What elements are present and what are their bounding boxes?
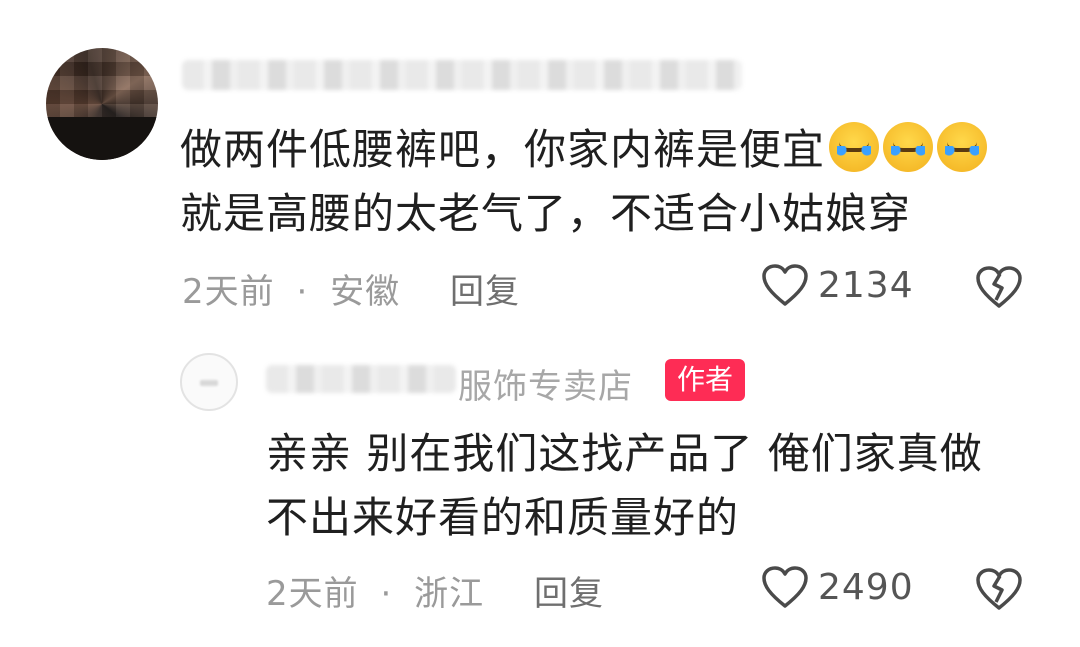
- comment-line-1: 做两件低腰裤吧，你家内裤是便宜: [180, 125, 826, 174]
- shop-name-blurred[interactable]: [266, 365, 456, 393]
- comment-line-2: 就是高腰的太老气了，不适合小姑娘穿: [180, 189, 912, 238]
- username-blurred[interactable]: [182, 60, 742, 90]
- heart-icon: [762, 566, 808, 608]
- author-badge: 作者: [665, 359, 746, 401]
- reply-button[interactable]: 回复: [450, 264, 520, 313]
- dislike-broken-heart-icon[interactable]: [974, 264, 1024, 310]
- shop-name[interactable]: 服饰专卖店: [458, 359, 633, 408]
- like-button[interactable]: 2134: [760, 262, 914, 308]
- reply-line-1: 亲亲 别在我们这找产品了 俺们家真做: [266, 429, 983, 478]
- like-count: 2134: [818, 264, 914, 306]
- avatar[interactable]: [46, 48, 158, 160]
- like-button[interactable]: 2490: [760, 564, 914, 610]
- like-count: 2490: [818, 566, 914, 608]
- reply-location: 浙江: [414, 574, 485, 614]
- comment-location: 安徽: [330, 272, 401, 312]
- comment-meta: 2天前 · 安徽: [182, 264, 400, 313]
- reply-button[interactable]: 回复: [534, 566, 604, 615]
- crying-face-icon: [937, 122, 988, 172]
- reply-time: 2天前: [266, 574, 359, 614]
- comment-text: 做两件低腰裤吧，你家内裤是便宜: [180, 118, 988, 182]
- meta-separator: ·: [380, 574, 393, 614]
- dislike-broken-heart-icon[interactable]: [974, 566, 1024, 612]
- heart-icon: [762, 264, 808, 306]
- reply-meta: 2天前 · 浙江: [266, 566, 484, 615]
- reply-line-2: 不出来好看的和质量好的: [266, 493, 740, 542]
- shop-avatar[interactable]: [180, 353, 238, 411]
- crying-face-icon: [829, 122, 880, 172]
- crying-face-icon: [883, 122, 934, 172]
- comment-time: 2天前: [182, 272, 275, 312]
- meta-separator: ·: [296, 272, 309, 312]
